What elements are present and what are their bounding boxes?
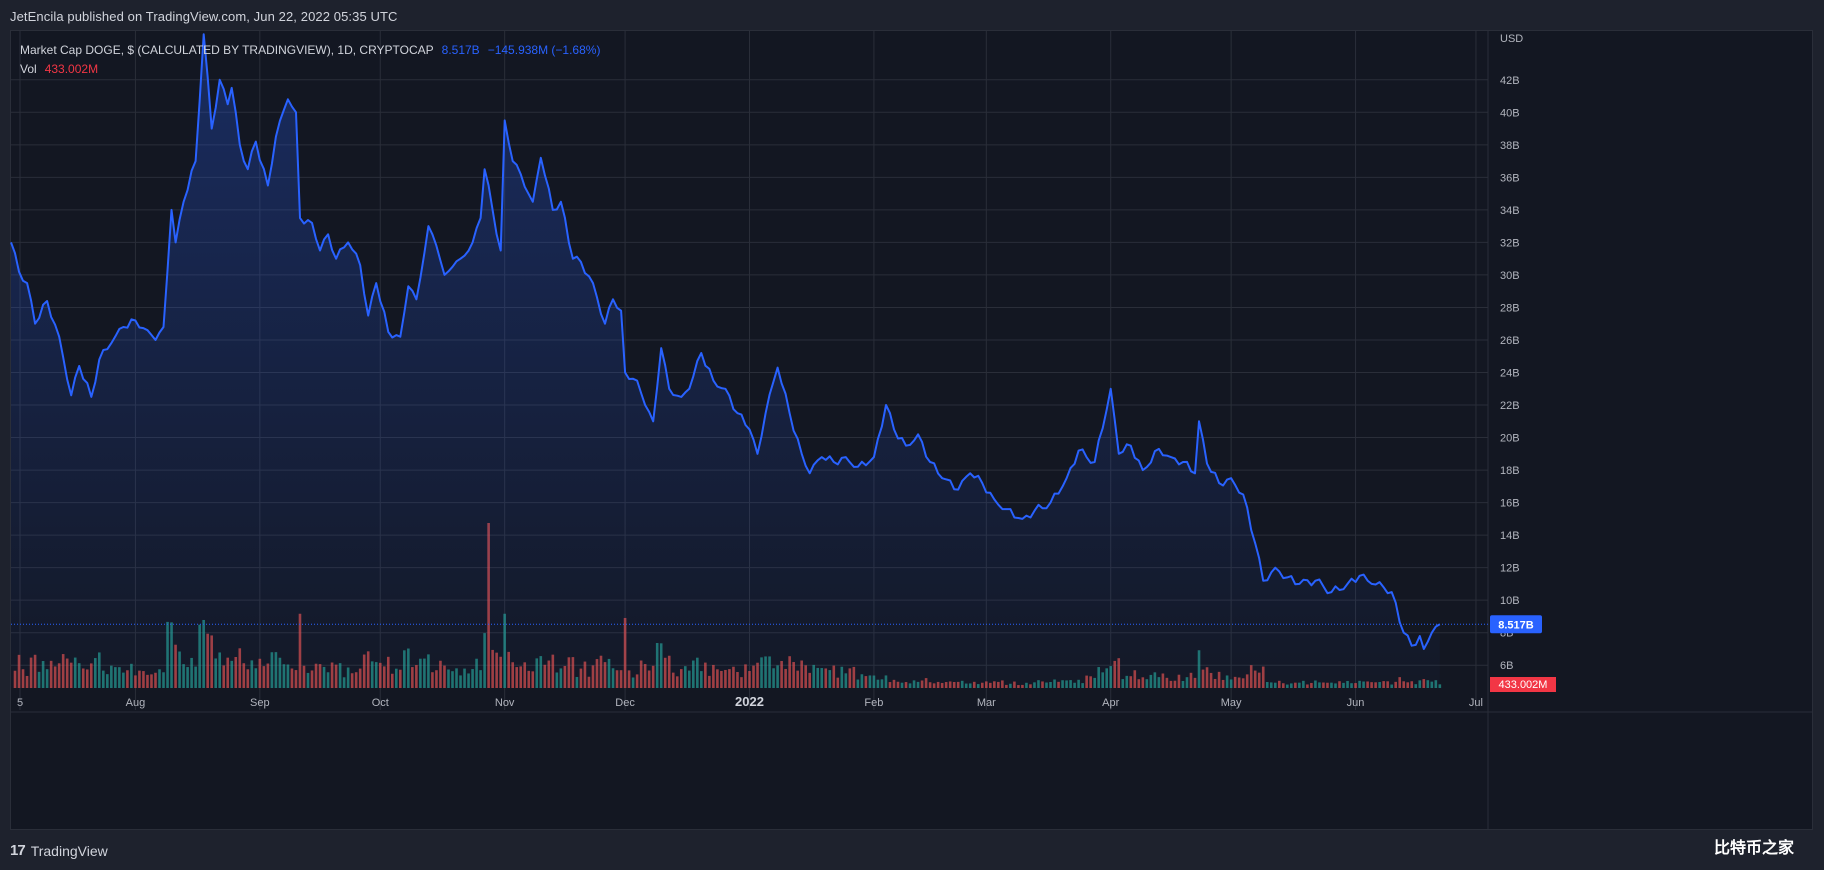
y-tick-label: 16B	[1500, 498, 1520, 510]
x-tick-label: Dec	[615, 697, 635, 709]
x-tick-label: 5	[17, 697, 23, 709]
y-tick-label: 36B	[1500, 172, 1520, 184]
tradingview-logo-icon: 17	[10, 842, 26, 859]
y-tick-label: 38B	[1500, 140, 1520, 152]
market-cap-area	[11, 34, 1440, 689]
y-tick-label: 6B	[1500, 660, 1513, 672]
y-tick-label: 30B	[1500, 270, 1520, 282]
chart-legend: Market Cap DOGE, $ (CALCULATED BY TRADIN…	[20, 40, 600, 78]
y-tick-label: 24B	[1500, 368, 1520, 380]
tradingview-brand: TradingView	[30, 842, 108, 859]
x-tick-label: Jun	[1347, 697, 1365, 709]
x-tick-label: 2022	[735, 694, 764, 709]
last-value-label: 8.517B	[1498, 619, 1534, 631]
y-tick-label: 34B	[1500, 205, 1520, 217]
y-tick-label: 14B	[1500, 530, 1520, 542]
x-tick-label: Oct	[372, 697, 389, 709]
x-tick-label: Sep	[250, 697, 270, 709]
legend-vol-label: Vol	[20, 61, 37, 76]
x-tick-label: May	[1221, 697, 1242, 709]
x-tick-label: Apr	[1102, 697, 1119, 709]
x-tick-label: Feb	[864, 697, 883, 709]
legend-volume-row[interactable]: Vol 433.002M	[20, 59, 600, 78]
legend-main-row[interactable]: Market Cap DOGE, $ (CALCULATED BY TRADIN…	[20, 40, 600, 59]
y-axis-unit: USD	[1500, 33, 1523, 45]
x-tick-label: Nov	[495, 697, 515, 709]
y-tick-label: 22B	[1500, 400, 1520, 412]
y-tick-label: 18B	[1500, 465, 1520, 477]
legend-last-value: 8.517B	[441, 42, 480, 57]
y-tick-label: 40B	[1500, 107, 1520, 119]
legend-symbol: Market Cap DOGE, $ (CALCULATED BY TRADIN…	[20, 42, 434, 57]
chart-canvas[interactable]: 42B 40B 38B 36B 34B 32B 30B 28B 26B 24B 22B 20B 18B 1…	[0, 0, 1824, 870]
y-tick-label: 10B	[1500, 595, 1520, 607]
x-tick-label: Mar	[977, 697, 996, 709]
y-tick-label: 42B	[1500, 75, 1520, 87]
legend-change: −145.938M (−1.68%)	[487, 42, 601, 57]
y-tick-label: 26B	[1500, 335, 1520, 347]
y-tick-label: 28B	[1500, 302, 1520, 314]
x-tick-label: Jul	[1469, 697, 1483, 709]
site-watermark: 比特币之家	[1713, 840, 1794, 857]
y-tick-label: 12B	[1500, 563, 1520, 575]
legend-vol-value: 433.002M	[44, 61, 99, 76]
x-tick-label: Aug	[126, 697, 146, 709]
y-tick-label: 32B	[1500, 237, 1520, 249]
y-tick-label: 20B	[1500, 433, 1520, 445]
volume-value-label: 433.002M	[1499, 679, 1548, 691]
tradingview-logo[interactable]: 17 TradingView	[10, 842, 108, 859]
